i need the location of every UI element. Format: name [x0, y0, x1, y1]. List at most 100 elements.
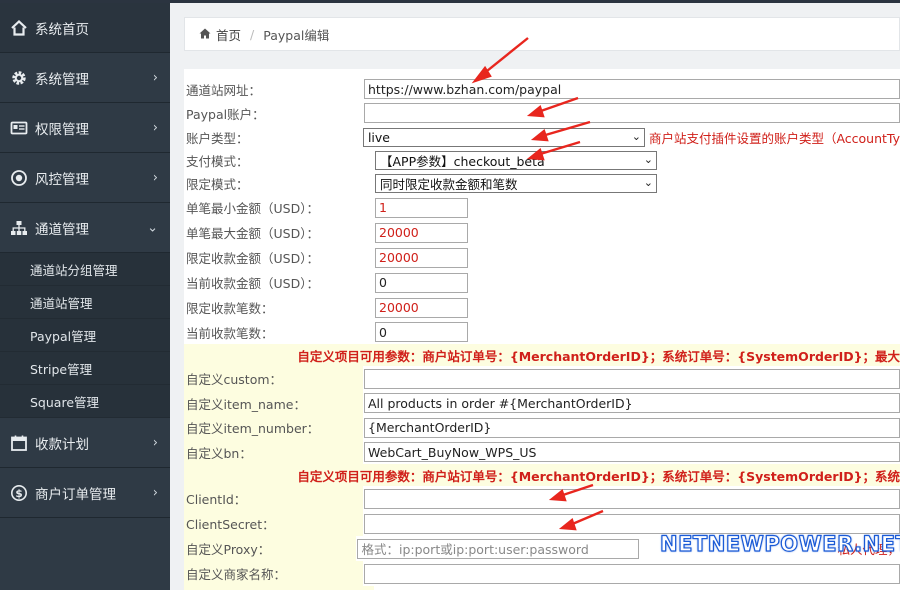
sidebar-item-label: 收款计划 — [35, 436, 89, 453]
sidebar: 系统首页 系统管理 › 权限管理 › 风控管理 › 通道管理 ⌄ 通道站分组管理… — [0, 3, 170, 590]
field-label: 自定义custom： — [184, 366, 363, 391]
sidebar-item-merchant-orders[interactable]: $ 商户订单管理 › — [0, 468, 170, 518]
min-amount-input[interactable]: 1 — [375, 197, 468, 218]
field-label: ClientSecret： — [184, 511, 363, 536]
empty-label — [184, 344, 295, 366]
field-label: 单笔最小金额（USD）： — [186, 201, 319, 216]
chevron-down-icon: ⌄ — [631, 129, 641, 143]
custom-params-note-row-2: 自定义项目可用参数：商户站订单号：{MerchantOrderID}；系统订单号… — [184, 464, 900, 486]
max-amount-input[interactable]: 20000 — [375, 222, 468, 243]
sidebar-subitem-channel-site[interactable]: 通道站管理 — [0, 286, 170, 319]
sidebar-item-risk[interactable]: 风控管理 › — [0, 153, 170, 203]
chevron-down-icon: ⌄ — [147, 220, 158, 235]
sidebar-item-label: 通道管理 — [35, 221, 89, 238]
form-row-client-id: ClientId： — [184, 486, 900, 511]
field-label: ClientId： — [184, 486, 363, 511]
field-label: 自定义Proxy： — [184, 536, 357, 561]
sidebar-item-label: 权限管理 — [35, 121, 89, 138]
field-label: Paypal账户： — [186, 106, 265, 122]
limit-count-input[interactable]: 20000 — [375, 297, 468, 318]
form-row-max-amount: 单笔最大金额（USD）： 20000 — [184, 220, 900, 245]
sidebar-item-collection-plan[interactable]: 收款计划 › — [0, 418, 170, 468]
main-content: 首页 / Paypal编辑 通道站网址： https://www.bzhan.c… — [170, 3, 900, 590]
field-label: 限定收款笔数： — [186, 301, 274, 316]
sidebar-item-channel[interactable]: 通道管理 ⌄ — [0, 203, 170, 253]
field-label: 支付模式： — [186, 154, 249, 169]
site-url-input[interactable]: https://www.bzhan.com/paypal — [364, 79, 900, 99]
chevron-right-icon: › — [152, 485, 158, 500]
field-label: 单笔最大金额（USD）： — [186, 226, 319, 241]
merchant-name-input[interactable] — [364, 563, 900, 584]
client-secret-input[interactable] — [364, 513, 900, 534]
form-row-limit-mode: 限定模式： 同时限定收款金额和笔数 ⌄ — [184, 172, 900, 195]
custom-input[interactable] — [364, 368, 900, 389]
pay-mode-select[interactable]: 【APP参数】checkout_beta ⌄ — [375, 151, 657, 170]
chevron-right-icon: › — [152, 435, 158, 450]
custom-params-note: 自定义项目可用参数：商户站订单号：{MerchantOrderID}；系统订单号… — [297, 348, 900, 364]
sidebar-subitem-channel-group[interactable]: 通道站分组管理 — [0, 253, 170, 286]
sidebar-item-home[interactable]: 系统首页 — [0, 3, 170, 53]
sidebar-subitem-paypal[interactable]: Paypal管理 — [0, 319, 170, 352]
item-number-input[interactable]: {MerchantOrderID} — [364, 417, 900, 438]
form-row-min-amount: 单笔最小金额（USD）： 1 — [184, 195, 900, 220]
item-name-input[interactable]: All products in order #{MerchantOrderID} — [364, 393, 900, 413]
custom-params-note-row: 自定义项目可用参数：商户站订单号：{MerchantOrderID}；系统订单号… — [184, 344, 900, 366]
client-id-input[interactable] — [364, 488, 900, 509]
sidebar-item-permission[interactable]: 权限管理 › — [0, 103, 170, 153]
form-row-item-name: 自定义item_name： All products in order #{Me… — [184, 391, 900, 415]
field-label: 自定义bn： — [184, 440, 363, 464]
dot-circle-icon — [9, 168, 29, 188]
limit-amount-input[interactable]: 20000 — [375, 247, 468, 268]
proxy-input[interactable]: 格式：ip:port或ip:port:user:password — [357, 538, 640, 559]
watermark: NETNEWPOWER.NET — [659, 531, 900, 556]
home-icon — [199, 27, 211, 42]
chevron-right-icon: › — [152, 120, 158, 135]
limit-mode-select[interactable]: 同时限定收款金额和笔数 ⌄ — [375, 174, 657, 193]
current-count-input[interactable]: 0 — [375, 322, 468, 342]
gear-icon — [9, 68, 29, 88]
form-row-site-url: 通道站网址： https://www.bzhan.com/paypal — [184, 77, 900, 101]
paypal-account-input[interactable] — [364, 103, 900, 123]
sitemap-icon — [9, 218, 29, 238]
field-label: 限定模式： — [186, 177, 249, 192]
form-row-merchant-name: 自定义商家名称： — [184, 561, 900, 586]
form-row-bn: 自定义bn： WebCart_BuyNow_WPS_US — [184, 440, 900, 464]
breadcrumb: 首页 / Paypal编辑 — [184, 17, 900, 51]
form-row-partial — [184, 586, 900, 590]
dollar-circle-icon: $ — [9, 483, 29, 503]
form-row-item-number: 自定义item_number： {MerchantOrderID} — [184, 415, 900, 440]
chevron-down-icon: ⌄ — [643, 153, 653, 166]
field-label: 自定义item_number： — [184, 415, 363, 440]
empty-label — [184, 464, 295, 486]
form-row-custom: 自定义custom： — [184, 366, 900, 391]
select-value: live — [367, 129, 390, 145]
field-label: 账户类型： — [186, 130, 249, 146]
field-label: 限定收款金额（USD）： — [186, 251, 319, 266]
form-row-current-count: 当前收款笔数： 0 — [184, 320, 900, 344]
form-row-limit-count: 限定收款笔数： 20000 — [184, 295, 900, 320]
chevron-right-icon: › — [152, 170, 158, 185]
account-type-select[interactable]: live ⌄ — [362, 127, 645, 147]
sidebar-subitem-stripe[interactable]: Stripe管理 — [0, 352, 170, 385]
empty-label — [184, 586, 374, 590]
sidebar-item-label: 风控管理 — [35, 171, 89, 188]
breadcrumb-home-link[interactable]: 首页 — [216, 25, 241, 44]
sidebar-subitem-square[interactable]: Square管理 — [0, 385, 170, 418]
home-icon — [9, 18, 29, 38]
account-type-note: 商户站支付插件设置的账户类型（AccountTy — [648, 130, 900, 146]
select-value: 【APP参数】checkout_beta — [380, 154, 545, 169]
chevron-down-icon: ⌄ — [643, 176, 653, 189]
sidebar-item-system[interactable]: 系统管理 › — [0, 53, 170, 103]
sidebar-item-label: 商户订单管理 — [35, 486, 116, 503]
chevron-right-icon: › — [152, 70, 158, 85]
sidebar-item-label: 系统首页 — [35, 21, 89, 38]
form-row-account-type: 账户类型： live ⌄ 商户站支付插件设置的账户类型（AccountTy — [184, 125, 900, 149]
field-label: 通道站网址： — [186, 82, 262, 98]
select-value: 同时限定收款金额和笔数 — [380, 177, 518, 192]
edit-form: 通道站网址： https://www.bzhan.com/paypal Payp… — [184, 69, 900, 590]
current-amount-input[interactable]: 0 — [375, 272, 468, 293]
sidebar-item-label: 系统管理 — [35, 71, 89, 88]
form-row-current-amount: 当前收款金额（USD）： 0 — [184, 270, 900, 295]
bn-input[interactable]: WebCart_BuyNow_WPS_US — [364, 442, 900, 462]
svg-text:$: $ — [15, 488, 22, 500]
